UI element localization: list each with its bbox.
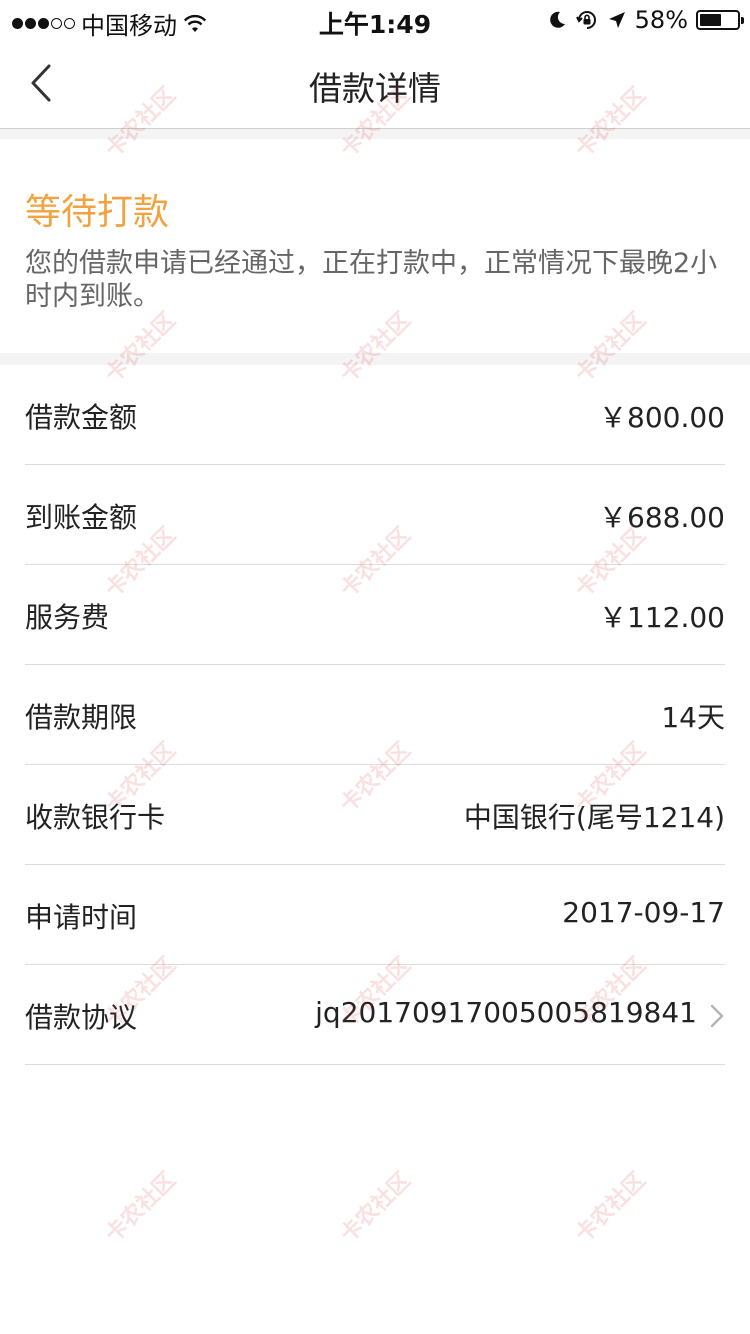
loan-status-section: 等待打款 您的借款申请已经通过，正在打款中，正常情况下最晚2小时内到账。 xyxy=(0,139,750,353)
section-divider xyxy=(0,129,750,139)
chevron-right-icon xyxy=(710,1004,724,1028)
detail-row-loan-term: 借款期限 14天 xyxy=(25,665,725,765)
detail-row-service-fee: 服务费 ￥112.00 xyxy=(25,565,725,665)
battery-percent: 58% xyxy=(634,6,688,34)
nav-bar: 借款详情 xyxy=(0,40,750,129)
location-arrow-icon xyxy=(608,12,625,28)
row-label: 服务费 xyxy=(25,601,110,634)
row-label: 借款期限 xyxy=(25,701,138,734)
battery-icon xyxy=(696,10,744,30)
row-value: 2017-09-17 xyxy=(562,896,725,929)
watermark: 卡农社区 xyxy=(570,1167,651,1248)
battery-fill xyxy=(700,14,721,26)
loan-status-description: 您的借款申请已经通过，正在打款中，正常情况下最晚2小时内到账。 xyxy=(25,248,718,312)
row-value: ￥800.00 xyxy=(599,401,725,434)
row-value: ￥688.00 xyxy=(599,501,725,534)
watermark: 卡农社区 xyxy=(100,1167,181,1248)
detail-row-loan-agreement[interactable]: 借款协议 jq20170917005005819841 xyxy=(25,965,725,1065)
row-label: 收款银行卡 xyxy=(25,801,166,834)
row-label: 借款协议 xyxy=(25,1001,138,1034)
status-right: 58% xyxy=(547,6,744,34)
detail-row-received-amount: 到账金额 ￥688.00 xyxy=(25,465,725,565)
agreement-number: jq20170917005005819841 xyxy=(315,996,697,1029)
loan-status-title: 等待打款 xyxy=(25,192,170,233)
moon-icon xyxy=(549,11,565,28)
rotation-lock-icon xyxy=(575,11,596,29)
section-divider xyxy=(0,353,750,365)
row-value: 14天 xyxy=(661,701,725,734)
page-title: 借款详情 xyxy=(309,69,441,108)
status-bar: 中国移动 上午1:49 58% xyxy=(0,0,750,40)
row-label: 申请时间 xyxy=(25,901,138,934)
row-label: 借款金额 xyxy=(25,401,138,434)
loan-detail-list: 借款金额 ￥800.00 到账金额 ￥688.00 服务费 ￥112.00 借款… xyxy=(0,365,750,1065)
detail-row-bank-card: 收款银行卡 中国银行(尾号1214) xyxy=(25,765,725,865)
detail-row-apply-time: 申请时间 2017-09-17 xyxy=(25,865,725,965)
row-value: 中国银行(尾号1214) xyxy=(463,801,725,834)
row-label: 到账金额 xyxy=(25,501,138,534)
detail-row-loan-amount: 借款金额 ￥800.00 xyxy=(25,365,725,465)
row-value: ￥112.00 xyxy=(599,601,725,634)
watermark: 卡农社区 xyxy=(335,1167,416,1248)
